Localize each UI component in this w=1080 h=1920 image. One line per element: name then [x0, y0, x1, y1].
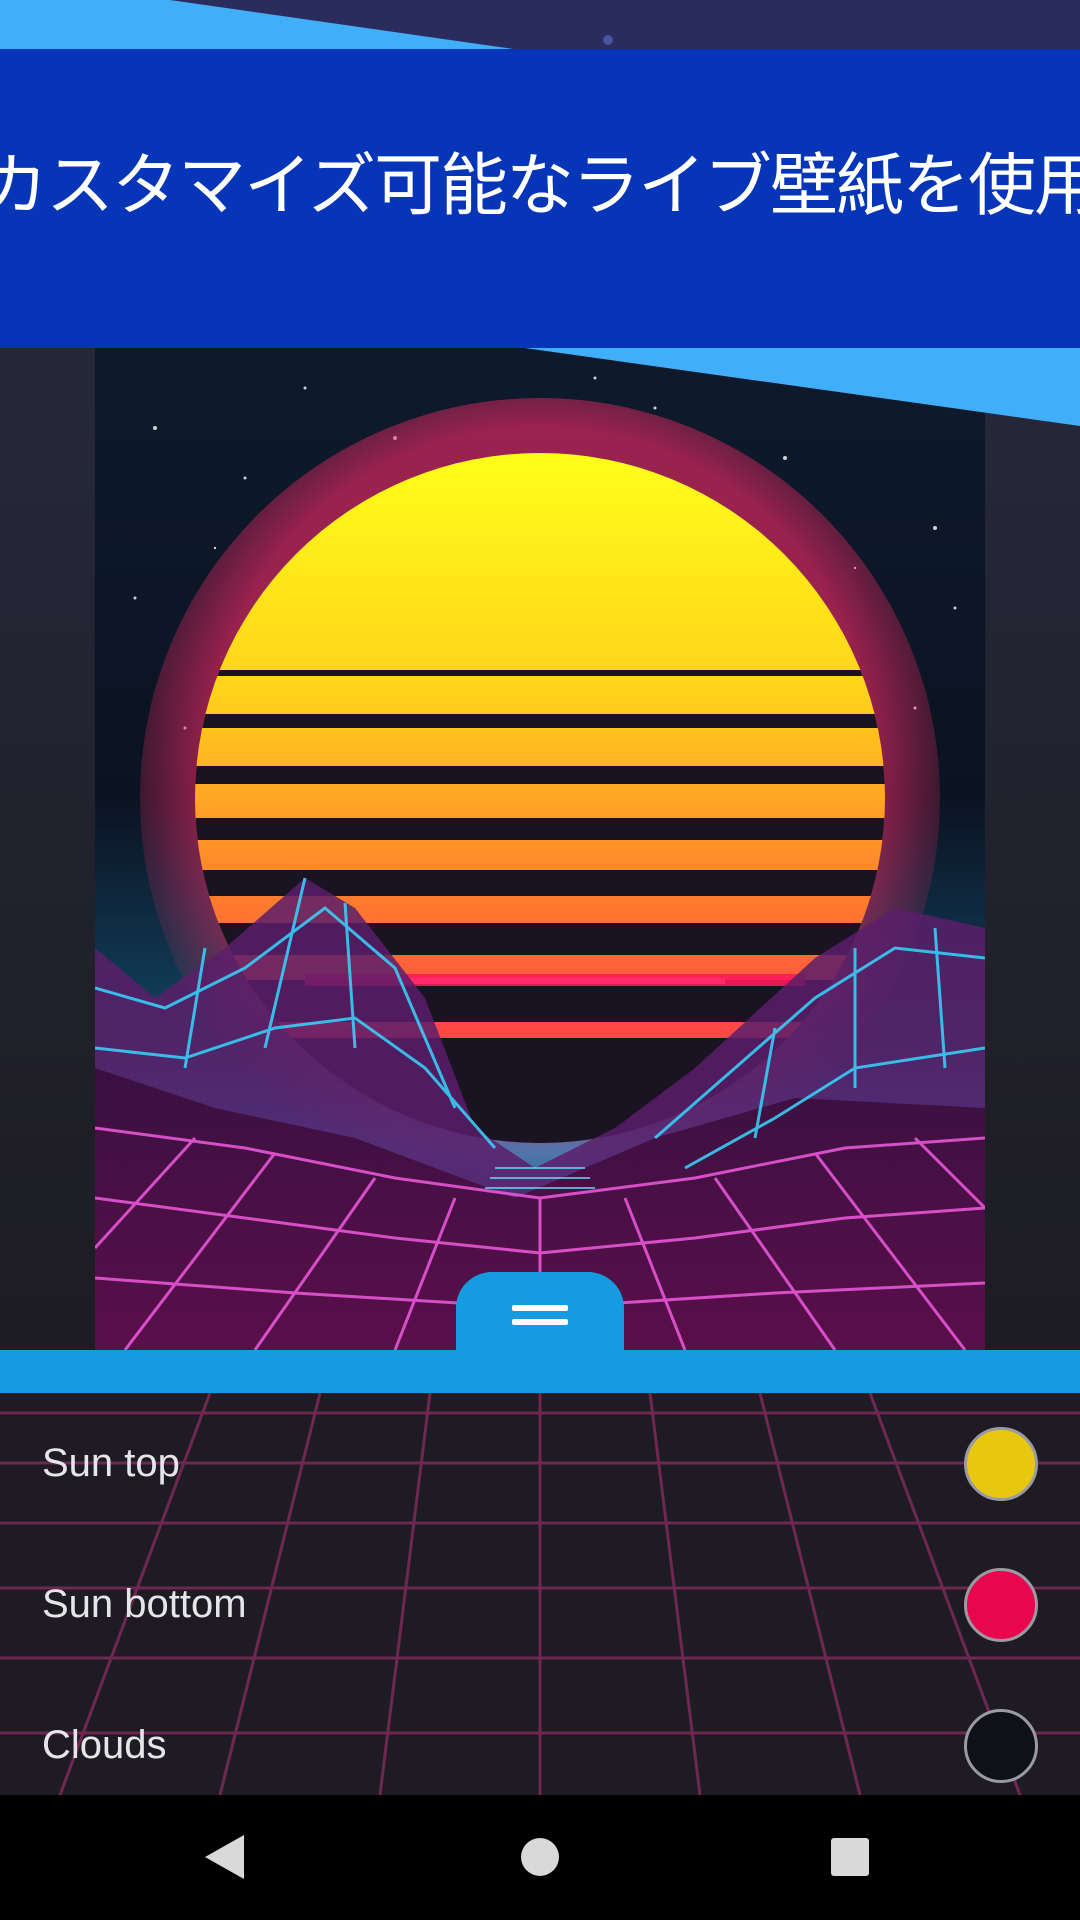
ribbon-decoration: [525, 348, 1080, 426]
system-navigation-bar: [0, 1795, 1080, 1920]
drag-handle-icon: [512, 1303, 568, 1327]
setting-label: Clouds: [42, 1723, 167, 1767]
back-icon: [205, 1835, 244, 1879]
sun-top-color-swatch[interactable]: [964, 1426, 1038, 1501]
home-button[interactable]: [505, 1822, 575, 1892]
wallpaper-preview-area: [0, 348, 1080, 1350]
setting-row-sun-top[interactable]: Sun top: [0, 1393, 1080, 1534]
setting-label: Sun top: [42, 1441, 180, 1485]
recents-button[interactable]: [815, 1822, 885, 1892]
clouds-color-swatch[interactable]: [964, 1708, 1038, 1783]
home-icon: [521, 1838, 559, 1876]
banner-title: カスタマイズ可能なライブ壁紙を使用: [0, 146, 1080, 226]
top-decoration: [0, 0, 1080, 50]
setting-row-clouds[interactable]: Clouds: [0, 1675, 1080, 1795]
sun-bottom-color-swatch[interactable]: [964, 1567, 1038, 1642]
settings-panel-header[interactable]: [0, 1350, 1080, 1393]
preview-side-left: [0, 348, 95, 1350]
preview-side-right: [985, 348, 1080, 1350]
settings-panel: Sun top Sun bottom Clouds: [0, 1393, 1080, 1795]
promo-banner: カスタマイズ可能なライブ壁紙を使用: [0, 49, 1080, 349]
recents-icon: [831, 1838, 869, 1876]
setting-row-sun-bottom[interactable]: Sun bottom: [0, 1534, 1080, 1675]
setting-label: Sun bottom: [42, 1582, 247, 1626]
drawer-handle-button[interactable]: [456, 1272, 624, 1358]
back-button[interactable]: [190, 1822, 260, 1892]
wallpaper-preview[interactable]: [95, 348, 985, 1350]
